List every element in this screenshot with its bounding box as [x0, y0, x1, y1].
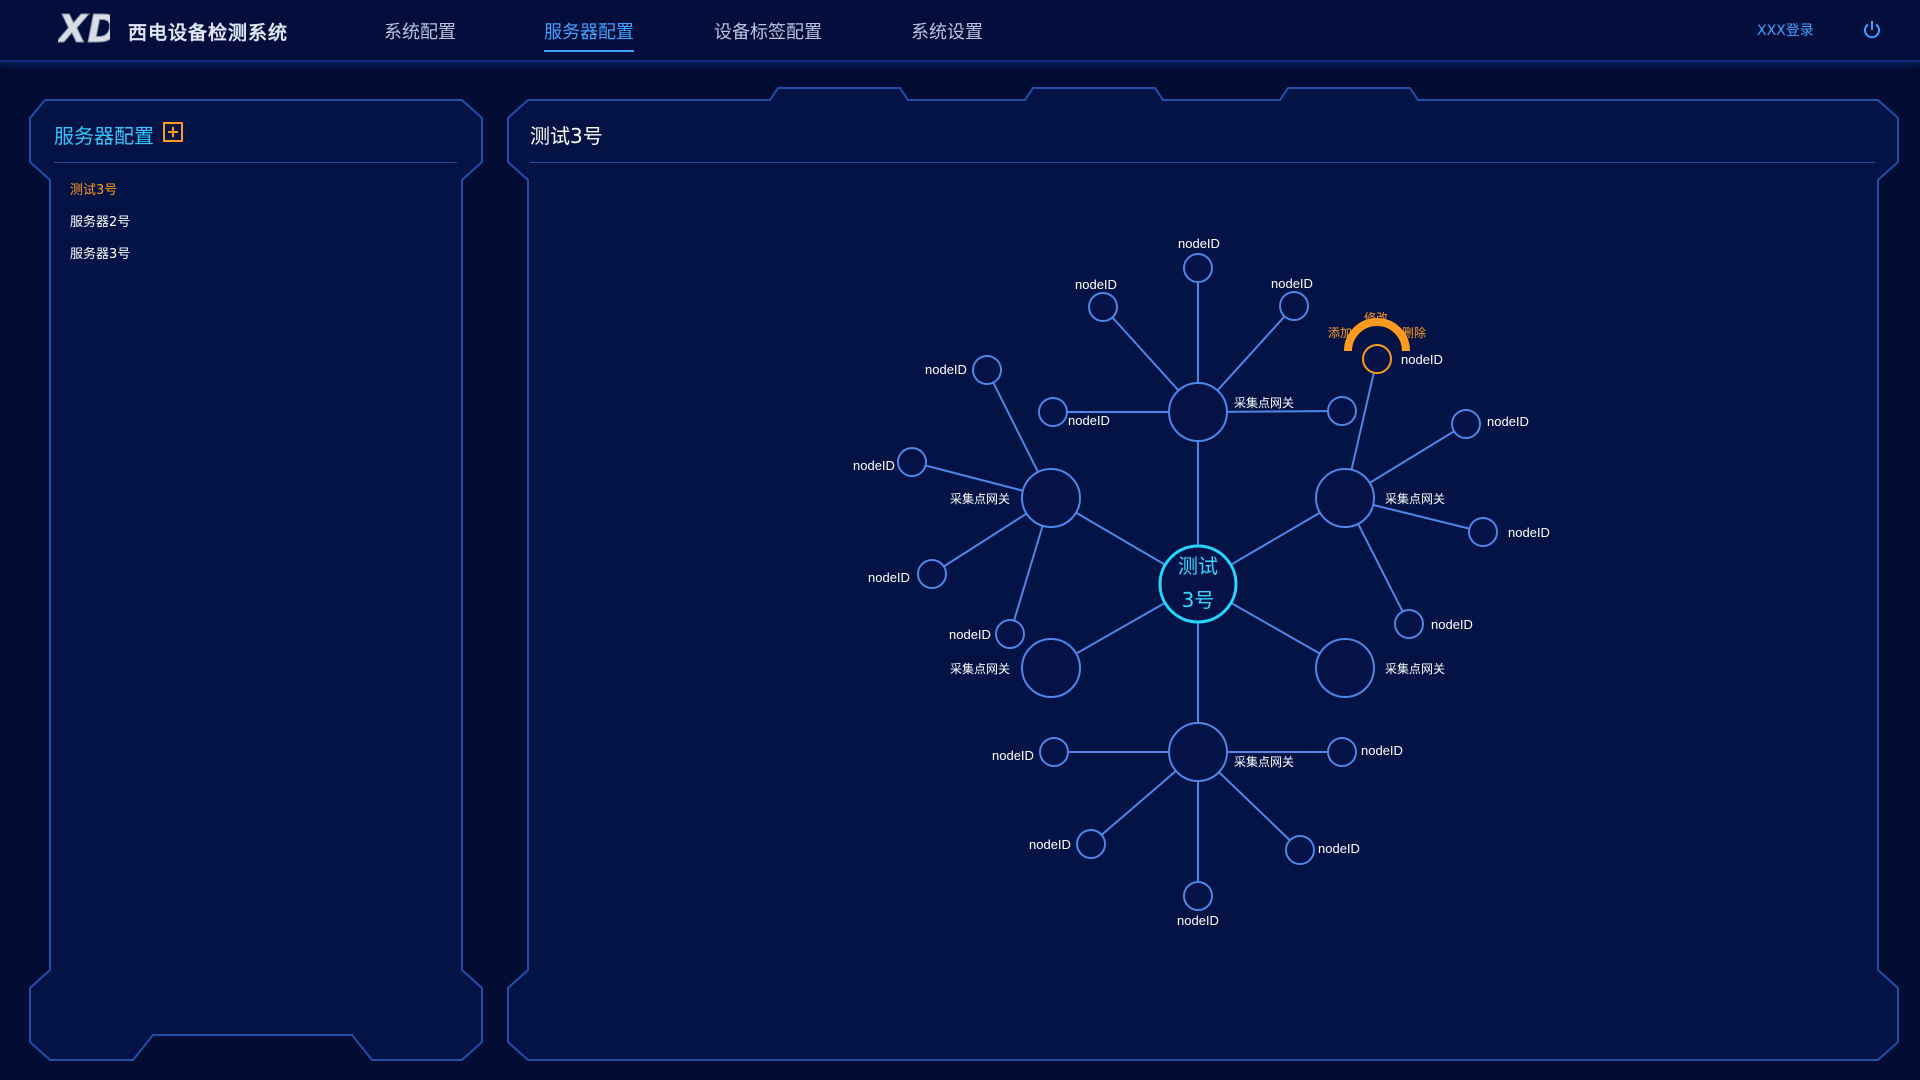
node-id-label: nodeID — [868, 570, 910, 585]
node-id-label: nodeID — [1178, 236, 1220, 251]
topology-graph: 采集点网关 采集点网关 采集点网关 采集点网关 采集点网关 采集点网关 node… — [853, 236, 1550, 928]
device-node[interactable] — [972, 355, 1002, 385]
device-node[interactable] — [1088, 292, 1118, 322]
context-menu-add[interactable]: 添加 — [1328, 326, 1352, 340]
device-node[interactable] — [995, 619, 1025, 649]
device-node[interactable] — [1285, 835, 1315, 865]
device-node[interactable] — [1394, 609, 1424, 639]
node-id-label: nodeID — [925, 362, 967, 377]
center-node-label-line2: 3号 — [1182, 588, 1215, 612]
gateway-label: 采集点网关 — [950, 491, 1010, 506]
gateway-node-bottom[interactable] — [1168, 722, 1228, 782]
device-node[interactable] — [1279, 291, 1309, 321]
context-menu-delete[interactable]: 删除 — [1402, 325, 1426, 340]
node-id-label: nodeID — [1068, 413, 1110, 428]
gateway-label: 采集点网关 — [950, 661, 1010, 676]
device-node[interactable] — [917, 559, 947, 589]
center-node-label-line1: 测试 — [1178, 554, 1218, 578]
node-id-label: nodeID — [1431, 617, 1473, 632]
gateway-label: 采集点网关 — [1234, 754, 1294, 769]
node-id-label: nodeID — [1075, 277, 1117, 292]
gateway-node-lower-left[interactable] — [1021, 638, 1081, 698]
context-menu-edit[interactable]: 修改 — [1364, 310, 1388, 325]
device-node[interactable] — [1468, 517, 1498, 547]
node-id-label: nodeID — [1029, 837, 1071, 852]
device-node[interactable] — [1038, 397, 1068, 427]
node-id-label: nodeID — [992, 748, 1034, 763]
node-id-label: nodeID — [1508, 525, 1550, 540]
node-id-label: nodeID — [1271, 276, 1313, 291]
device-node[interactable] — [1327, 396, 1357, 426]
device-node[interactable] — [1327, 737, 1357, 767]
device-node[interactable] — [1076, 829, 1106, 859]
node-id-label: nodeID — [949, 627, 991, 642]
gateway-label: 采集点网关 — [1385, 661, 1445, 676]
gateway-node-lower-right[interactable] — [1315, 638, 1375, 698]
node-id-label: nodeID — [1318, 841, 1360, 856]
gateway-node-right[interactable] — [1315, 468, 1375, 528]
node-id-label: nodeID — [1401, 352, 1443, 367]
node-id-label: nodeID — [1177, 913, 1219, 928]
node-id-label: nodeID — [1487, 414, 1529, 429]
device-node[interactable] — [1039, 737, 1069, 767]
node-id-label: nodeID — [853, 458, 895, 473]
device-node[interactable] — [1451, 409, 1481, 439]
gateway-label: 采集点网关 — [1385, 491, 1445, 506]
gateway-node-left[interactable] — [1021, 468, 1081, 528]
device-node[interactable] — [1183, 881, 1213, 911]
gateway-node-top[interactable] — [1168, 382, 1228, 442]
device-node[interactable] — [897, 447, 927, 477]
device-node-selected[interactable] — [1362, 344, 1392, 374]
gateway-label: 采集点网关 — [1234, 395, 1294, 410]
node-id-label: nodeID — [1361, 743, 1403, 758]
device-node[interactable] — [1183, 253, 1213, 283]
